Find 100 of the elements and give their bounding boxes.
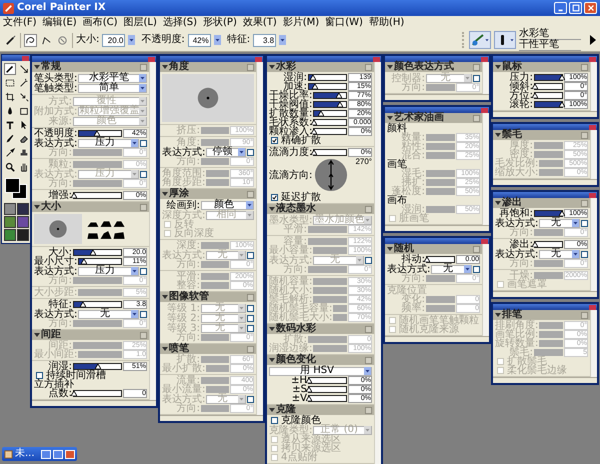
scrollbar[interactable] xyxy=(149,62,156,400)
slider[interactable] xyxy=(313,101,347,108)
dropdown[interactable]: 压力 xyxy=(78,266,139,276)
restore-button[interactable] xyxy=(40,450,51,458)
checkbox[interactable] xyxy=(581,250,588,258)
slider[interactable] xyxy=(534,83,563,90)
section-header-bar[interactable]: 图像软管 xyxy=(160,292,256,302)
slider[interactable] xyxy=(313,149,347,156)
dropdown[interactable]: 无 xyxy=(431,264,472,274)
slider-thumb[interactable] xyxy=(94,131,100,136)
tool-button[interactable] xyxy=(4,77,16,89)
checkbox[interactable] xyxy=(271,417,278,424)
caret-icon[interactable] xyxy=(162,191,168,197)
input-field[interactable]: 3.8 xyxy=(253,34,276,46)
tool-button[interactable] xyxy=(18,91,30,103)
menu-item[interactable]: 窗口(W) xyxy=(325,16,363,28)
caret-icon[interactable] xyxy=(269,326,275,332)
slider[interactable] xyxy=(426,256,455,263)
slider[interactable] xyxy=(534,74,563,81)
slider-thumb[interactable] xyxy=(311,120,318,125)
dropdown-button[interactable] xyxy=(214,35,221,45)
checkbox[interactable] xyxy=(140,268,147,274)
gradient-swatch-icon[interactable] xyxy=(4,216,16,228)
scrollbar[interactable] xyxy=(256,62,263,415)
section-header-bar[interactable]: 颜色变化 xyxy=(267,355,374,365)
slider-thumb[interactable] xyxy=(311,150,318,155)
caret-icon[interactable] xyxy=(387,246,393,252)
tool-button[interactable] xyxy=(4,63,16,75)
caret-icon[interactable] xyxy=(269,407,275,413)
maximize-button[interactable] xyxy=(52,450,63,458)
freehand-stroke-icon[interactable] xyxy=(24,34,37,46)
slider[interactable] xyxy=(308,386,347,393)
dropdown[interactable]: 无 xyxy=(539,250,580,258)
dropdown-button[interactable] xyxy=(128,35,136,45)
tool-button[interactable] xyxy=(18,105,30,117)
section-header-bar[interactable]: 克隆 xyxy=(267,405,374,415)
menu-item[interactable]: 影片(M) xyxy=(282,16,320,28)
slider[interactable] xyxy=(73,363,122,370)
tool-button[interactable] xyxy=(4,119,16,131)
maximize-button[interactable] xyxy=(569,2,582,14)
slider[interactable] xyxy=(308,74,347,81)
look-swatch-icon[interactable] xyxy=(17,229,29,241)
slider-thumb[interactable] xyxy=(312,84,318,89)
checkbox[interactable] xyxy=(271,137,278,144)
brush-category-button[interactable] xyxy=(469,31,491,49)
slider[interactable] xyxy=(313,128,347,135)
caret-icon[interactable] xyxy=(34,204,40,210)
slider-thumb[interactable] xyxy=(306,396,312,401)
slider-thumb[interactable] xyxy=(336,93,342,98)
color-swatches[interactable] xyxy=(5,178,27,198)
caret-icon[interactable] xyxy=(269,64,275,70)
scrollbar[interactable] xyxy=(482,244,489,336)
reset-icon[interactable] xyxy=(56,34,69,46)
slider[interactable] xyxy=(313,92,347,99)
section-header-bar[interactable]: 液态墨水 xyxy=(267,204,374,214)
slider-thumb[interactable] xyxy=(80,302,86,307)
slider-thumb[interactable] xyxy=(94,364,101,369)
slider-thumb[interactable] xyxy=(310,75,316,80)
scrollbar[interactable] xyxy=(374,62,381,464)
caret-icon[interactable] xyxy=(387,115,393,121)
scrollbar[interactable] xyxy=(590,62,597,111)
direction-dial[interactable] xyxy=(314,158,348,192)
tool-button[interactable] xyxy=(4,161,16,173)
slider[interactable] xyxy=(78,258,122,265)
minimized-window[interactable]: 未... xyxy=(2,447,77,461)
slider[interactable] xyxy=(534,92,563,99)
section-header-bar[interactable]: 数码水彩 xyxy=(267,324,374,334)
section-header-bar[interactable]: 鼠标 xyxy=(493,62,590,72)
caret-icon[interactable] xyxy=(495,64,501,70)
dropdown[interactable]: 颜色 xyxy=(201,200,254,210)
menu-item[interactable]: 文件(F) xyxy=(3,16,37,28)
section-header-bar[interactable]: 喷笔 xyxy=(160,344,256,354)
slider[interactable] xyxy=(73,301,122,308)
caret-icon[interactable] xyxy=(495,132,501,138)
tool-button[interactable] xyxy=(18,63,30,75)
slider[interactable] xyxy=(73,192,122,199)
checkbox[interactable] xyxy=(140,310,147,318)
slider-thumb[interactable] xyxy=(559,211,565,216)
section-header-bar[interactable]: 随机 xyxy=(385,244,482,254)
input-field[interactable]: 20.0 xyxy=(102,34,126,46)
weave-swatch-icon[interactable] xyxy=(17,216,29,228)
close-button[interactable] xyxy=(64,450,75,458)
slider[interactable] xyxy=(313,119,347,126)
input-field[interactable]: 42% xyxy=(188,34,211,46)
slider-thumb[interactable] xyxy=(559,102,565,107)
tool-button[interactable] xyxy=(18,161,30,173)
dropdown[interactable]: 无 xyxy=(539,218,580,228)
section-header-bar[interactable]: 鬃毛 xyxy=(493,130,590,140)
caret-icon[interactable] xyxy=(495,312,501,318)
slider-thumb[interactable] xyxy=(318,111,324,116)
section-header-bar[interactable]: 大小 xyxy=(32,202,149,212)
menu-item[interactable]: 选择(S) xyxy=(162,16,198,28)
slider[interactable] xyxy=(534,241,563,248)
nozzle-swatch-icon[interactable] xyxy=(4,229,16,241)
tool-button[interactable] xyxy=(18,77,30,89)
menu-item[interactable]: 编辑(E) xyxy=(42,16,77,28)
minimize-button[interactable] xyxy=(554,2,567,14)
slider-thumb[interactable] xyxy=(311,129,318,134)
caret-icon[interactable] xyxy=(162,64,168,70)
brush-variant-button[interactable] xyxy=(494,31,516,49)
